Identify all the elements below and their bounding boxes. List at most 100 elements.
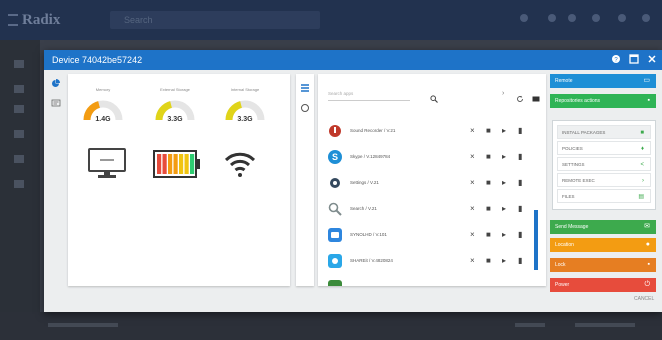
- sidebar-icon[interactable]: [14, 180, 24, 188]
- global-search-input[interactable]: Search: [110, 11, 320, 29]
- play-icon[interactable]: ▸: [502, 152, 506, 162]
- play-icon[interactable]: ▸: [502, 256, 506, 266]
- app-logo: Radix: [22, 12, 61, 28]
- app-row[interactable]: Sound Recorder / V.21 × ■ ▸ ▮: [318, 118, 546, 144]
- stop-icon[interactable]: ■: [486, 126, 491, 136]
- delete-icon[interactable]: ▮: [518, 204, 522, 214]
- stop-icon[interactable]: ■: [486, 152, 491, 162]
- apps-search-placeholder: Search apps: [328, 91, 354, 96]
- app-row[interactable]: SHAREit / V.4820824 × ■ ▸ ▮: [318, 248, 546, 274]
- share-icon: <: [640, 162, 644, 168]
- list-view-icon[interactable]: [300, 80, 310, 98]
- notification-icon[interactable]: [592, 14, 600, 22]
- power-button[interactable]: Power ⏻: [550, 278, 656, 292]
- search-icon: [328, 202, 342, 216]
- sidebar-icon[interactable]: [14, 155, 24, 163]
- popout-icon[interactable]: [628, 54, 640, 66]
- help-icon[interactable]: ?: [610, 54, 622, 66]
- window-icon[interactable]: [568, 14, 576, 22]
- grid-icon[interactable]: [618, 14, 626, 22]
- chevron-right-icon[interactable]: ›: [502, 90, 504, 98]
- pin-icon[interactable]: [520, 14, 528, 22]
- send-message-button[interactable]: Send Message ✉: [550, 220, 656, 234]
- uninstall-icon[interactable]: ×: [470, 126, 475, 136]
- close-icon[interactable]: [646, 54, 658, 66]
- info-tab-icon[interactable]: [50, 98, 62, 108]
- stop-icon[interactable]: ■: [486, 178, 491, 188]
- app-row[interactable]: S Skype / V.12849784 × ■ ▸ ▮: [318, 144, 546, 170]
- actions-panel: Remote ▭ Repositories actions ▪ INSTALL PA…: [550, 74, 656, 292]
- battery-cell: [184, 154, 189, 174]
- sync-icon: [328, 228, 342, 242]
- plus-icon[interactable]: [548, 14, 556, 22]
- play-icon[interactable]: ▸: [502, 204, 506, 214]
- stop-icon[interactable]: ■: [486, 230, 491, 240]
- settings-item[interactable]: SETTINGS <: [557, 157, 651, 171]
- install-packages-item[interactable]: INSTALL PACKAGES ■: [557, 125, 651, 139]
- repositories-submenu: INSTALL PACKAGES ■ POLICIES ♦ SETTINGS < RE…: [552, 120, 656, 210]
- battery-cell: [157, 154, 162, 174]
- status-bar: [0, 312, 662, 340]
- device-dialog: Device 74042be57242 ? Memory 1.4G Extern…: [44, 50, 662, 312]
- gauge-value: 3.3G: [237, 116, 253, 123]
- delete-icon[interactable]: ▮: [518, 178, 522, 188]
- lock-icon: ▪: [647, 97, 650, 104]
- apps-search-input[interactable]: Search apps: [328, 88, 410, 101]
- sidebar-icon[interactable]: [14, 85, 24, 93]
- device-stats-card: Memory 1.4G External Storage 3.3G Intern…: [68, 74, 290, 286]
- play-icon[interactable]: ▸: [502, 230, 506, 240]
- remote-button[interactable]: Remote ▭: [550, 74, 656, 88]
- uninstall-icon[interactable]: ×: [470, 230, 475, 240]
- stop-icon[interactable]: ■: [486, 204, 491, 214]
- cancel-button[interactable]: CANCEL: [634, 296, 654, 302]
- app-name: Settings / V.21: [350, 180, 379, 185]
- remote-exec-item[interactable]: REMOTE EXEC ›: [557, 173, 651, 187]
- sidebar-icon[interactable]: [14, 60, 24, 68]
- dialog-header: Device 74042be57242 ?: [44, 50, 662, 70]
- display-icon: [88, 148, 126, 185]
- app-row[interactable]: Settings / V.21 × ■ ▸ ▮: [318, 170, 546, 196]
- user-icon[interactable]: [642, 14, 650, 22]
- play-icon[interactable]: ▸: [502, 126, 506, 136]
- delete-icon[interactable]: ▮: [518, 126, 522, 136]
- gauge-label: Internal Storage: [230, 87, 260, 92]
- location-button[interactable]: Location ●: [550, 238, 656, 252]
- stop-icon[interactable]: ■: [486, 256, 491, 266]
- battery-cell: [179, 154, 184, 174]
- power-icon: ⏻: [644, 281, 650, 288]
- delete-icon[interactable]: ▮: [518, 152, 522, 162]
- reload-icon[interactable]: [516, 90, 524, 108]
- skype-icon: S: [328, 150, 342, 164]
- uninstall-icon[interactable]: ×: [470, 256, 475, 266]
- package-icon: ■: [640, 130, 644, 136]
- apps-panel: Search apps › Sound Recorder / V.21 × ■ …: [318, 74, 546, 286]
- menu-icon[interactable]: [8, 14, 18, 26]
- app-row[interactable]: SYNOLHD / V.101 × ■ ▸ ▮: [318, 222, 546, 248]
- battery-cell: [162, 154, 167, 174]
- uninstall-icon[interactable]: ×: [470, 152, 475, 162]
- search-icon[interactable]: [430, 90, 438, 108]
- uninstall-icon[interactable]: ×: [470, 178, 475, 188]
- sidebar-icon[interactable]: [14, 130, 24, 138]
- dashboard-tab-icon[interactable]: [50, 78, 62, 88]
- monitor-icon: ▭: [643, 77, 650, 84]
- sidebar-icon[interactable]: [14, 105, 24, 113]
- uninstall-icon[interactable]: ×: [470, 204, 475, 214]
- policy-icon: ♦: [640, 146, 644, 152]
- play-icon[interactable]: ▸: [502, 178, 506, 188]
- lock-button[interactable]: Lock ▪: [550, 258, 656, 272]
- exec-icon: ›: [642, 178, 644, 184]
- more-icon[interactable]: [532, 90, 540, 108]
- repositories-actions-button[interactable]: Repositories actions ▪: [550, 94, 656, 108]
- files-item[interactable]: FILES ▤: [557, 189, 651, 203]
- files-icon: ▤: [638, 194, 644, 200]
- apps-scrollbar[interactable]: [534, 210, 538, 270]
- refresh-icon[interactable]: [300, 100, 310, 118]
- delete-icon[interactable]: ▮: [518, 230, 522, 240]
- app-name: Skype / V.12849784: [350, 154, 391, 159]
- app-row[interactable]: [318, 274, 546, 286]
- app-row[interactable]: Search / V.21 × ■ ▸ ▮: [318, 196, 546, 222]
- gauge-label: External Storage: [160, 87, 190, 92]
- delete-icon[interactable]: ▮: [518, 256, 522, 266]
- policies-item[interactable]: POLICIES ♦: [557, 141, 651, 155]
